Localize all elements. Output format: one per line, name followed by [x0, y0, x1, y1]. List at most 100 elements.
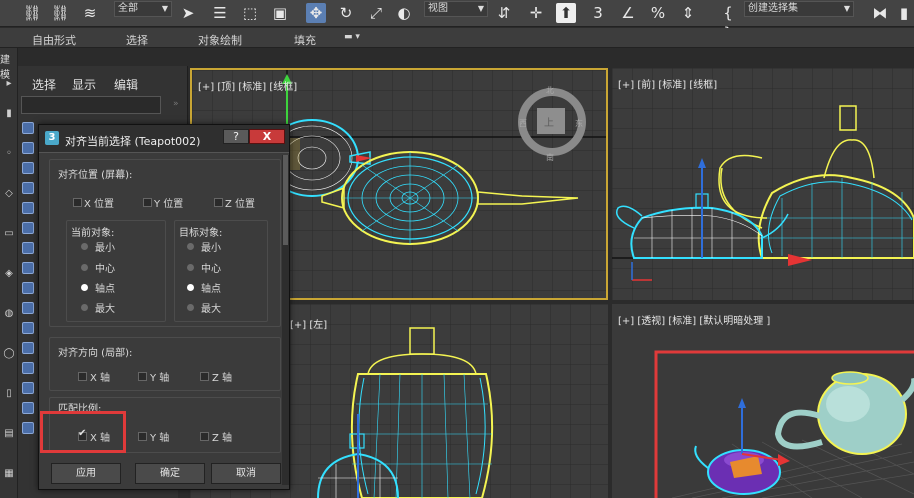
grow-icon[interactable]: ▤	[3, 428, 15, 440]
filter-none-icon[interactable]	[22, 382, 34, 394]
menu-edit[interactable]: 编辑	[114, 76, 138, 93]
ok-button[interactable]: 确定	[135, 463, 205, 484]
filter-groups-icon[interactable]	[22, 242, 34, 254]
teapot-large-perspective[interactable]	[774, 371, 914, 455]
viewport-left-label[interactable]: [+] [左]	[290, 316, 327, 331]
y-position-checkbox[interactable]	[143, 198, 152, 207]
ref-coord-dropdown[interactable]: 视图 ▼	[424, 1, 488, 17]
vertex-icon[interactable]: ◦	[3, 148, 15, 160]
rotate-icon[interactable]: ↻	[336, 3, 356, 23]
tab-selection[interactable]: 选择	[126, 32, 148, 48]
scale-z-checkbox[interactable]	[200, 432, 209, 441]
y-position-label: Y 位置	[154, 199, 184, 210]
pivot-icon[interactable]: ⇵	[494, 3, 514, 23]
ribbon-options-icon[interactable]: ▬ ▾	[344, 32, 360, 42]
expand-icon[interactable]: »	[173, 99, 179, 109]
place-icon[interactable]: ◐	[394, 3, 414, 23]
filter-frozen-icon[interactable]	[22, 322, 34, 334]
target-min-radio[interactable]	[187, 243, 194, 250]
filter-shapes-icon[interactable]	[22, 142, 34, 154]
app-icon: 3	[45, 131, 59, 145]
display-children-icon[interactable]	[22, 422, 34, 434]
apply-button[interactable]: 应用	[51, 463, 121, 484]
snap-toggle-icon[interactable]: ✛	[526, 3, 546, 23]
scale-y-checkbox[interactable]	[138, 432, 147, 441]
filter-spacewarps-icon[interactable]	[22, 222, 34, 234]
bind-spacewarp-icon[interactable]: ≋	[80, 3, 100, 23]
viewport-perspective-label[interactable]: [+] [透视] [标准] [默认明暗处理 ]	[618, 312, 770, 327]
current-pivot-radio[interactable]	[81, 284, 88, 291]
orient-z-checkbox[interactable]	[200, 372, 209, 381]
viewport-front[interactable]: [+] [前] [标准] [线框]	[612, 68, 914, 300]
edit-named-sel-icon[interactable]: { }	[718, 3, 738, 42]
scrollbar-thumb[interactable]	[283, 155, 288, 245]
spinner-snap-icon[interactable]: ⇕	[678, 3, 698, 23]
filter-cameras-icon[interactable]	[22, 182, 34, 194]
help-button[interactable]: ?	[223, 129, 249, 144]
x-position-checkbox[interactable]	[73, 198, 82, 207]
viewport-top-label[interactable]: [+] [顶] [标准] [线框]	[198, 78, 297, 93]
modifier-icon[interactable]: ◍	[3, 308, 15, 320]
link-icon[interactable]: ⛓	[22, 3, 42, 23]
select-by-name-icon[interactable]: ☰	[210, 3, 230, 23]
snap-icon[interactable]: 3	[588, 3, 608, 23]
target-center-radio[interactable]	[187, 264, 194, 271]
orient-x-checkbox[interactable]	[78, 372, 87, 381]
mirror-icon[interactable]: ⧓	[870, 3, 890, 23]
unlink-icon[interactable]: ⛓	[50, 3, 70, 23]
current-min-radio[interactable]	[81, 243, 88, 250]
named-selection-dropdown[interactable]: 创建选择集 ▼	[744, 1, 854, 17]
filter-invert-icon[interactable]	[22, 402, 34, 414]
loop-icon[interactable]: ◯	[3, 348, 15, 360]
close-button[interactable]: X	[249, 129, 285, 144]
menu-display[interactable]: 显示	[72, 76, 96, 93]
teapot-small-perspective[interactable]	[694, 445, 781, 495]
shrink-icon[interactable]: ▦	[3, 468, 15, 480]
target-max-radio[interactable]	[187, 304, 194, 311]
filter-lights-icon[interactable]	[22, 162, 34, 174]
chevron-down-icon: ▼	[161, 4, 168, 13]
scale-icon[interactable]: ⤢	[366, 3, 386, 23]
selection-filter-dropdown[interactable]: 全部 ▼	[114, 1, 172, 17]
tab-object-paint[interactable]: 对象绘制	[198, 32, 242, 48]
rect-region-icon[interactable]: ⬚	[240, 3, 260, 23]
current-max-radio[interactable]	[81, 304, 88, 311]
orient-z-label: Z 轴	[212, 373, 233, 384]
viewport-front-label[interactable]: [+] [前] [标准] [线框]	[618, 76, 717, 91]
filter-xrefs-icon[interactable]	[22, 262, 34, 274]
target-pivot-radio[interactable]	[187, 284, 194, 291]
target-pivot-label: 轴点	[201, 284, 221, 295]
percent-snap-icon[interactable]: %	[648, 3, 668, 23]
filter-helpers-icon[interactable]	[22, 202, 34, 214]
window-crossing-icon[interactable]: ▣	[270, 3, 290, 23]
select-icon[interactable]: ➤	[178, 3, 198, 23]
arrow-icon[interactable]: ▸	[3, 78, 15, 90]
align-position-label: 对齐位置 (屏幕):	[58, 170, 133, 181]
angle-snap-icon[interactable]: ∠	[618, 3, 638, 23]
filter-all-icon[interactable]	[22, 362, 34, 374]
z-position-checkbox[interactable]	[214, 198, 223, 207]
polygon-icon[interactable]: ▭	[3, 228, 15, 240]
keyboard-shortcut-icon[interactable]: ⬆	[556, 3, 576, 23]
edge-icon[interactable]: ◇	[3, 188, 15, 200]
tab-populate[interactable]: 填充	[294, 32, 316, 48]
cancel-button[interactable]: 取消	[211, 463, 281, 484]
filter-containers-icon[interactable]	[22, 302, 34, 314]
filter-geometry-icon[interactable]	[22, 122, 34, 134]
dialog-title-bar[interactable]: 3 对齐当前选择 (Teapot002) ? X	[39, 125, 289, 153]
edit-icon[interactable]: ▮	[3, 108, 15, 120]
dialog-scrollbar[interactable]	[282, 155, 289, 485]
viewport-perspective[interactable]: [+] [透视] [标准] [默认明暗处理 ]	[612, 304, 914, 498]
element-icon[interactable]: ◈	[3, 268, 15, 280]
filter-hidden-icon[interactable]	[22, 342, 34, 354]
align-icon[interactable]: ▮	[894, 3, 914, 23]
menu-select[interactable]: 选择	[32, 76, 56, 93]
orient-y-checkbox[interactable]	[138, 372, 147, 381]
tab-freeform[interactable]: 自由形式	[32, 32, 76, 48]
search-input[interactable]	[21, 96, 161, 114]
filter-bones-icon[interactable]	[22, 282, 34, 294]
move-icon[interactable]: ✥	[306, 3, 326, 23]
modeling-tab[interactable]: 建模	[0, 51, 18, 81]
ring-icon[interactable]: ▯	[3, 388, 15, 400]
current-center-radio[interactable]	[81, 264, 88, 271]
